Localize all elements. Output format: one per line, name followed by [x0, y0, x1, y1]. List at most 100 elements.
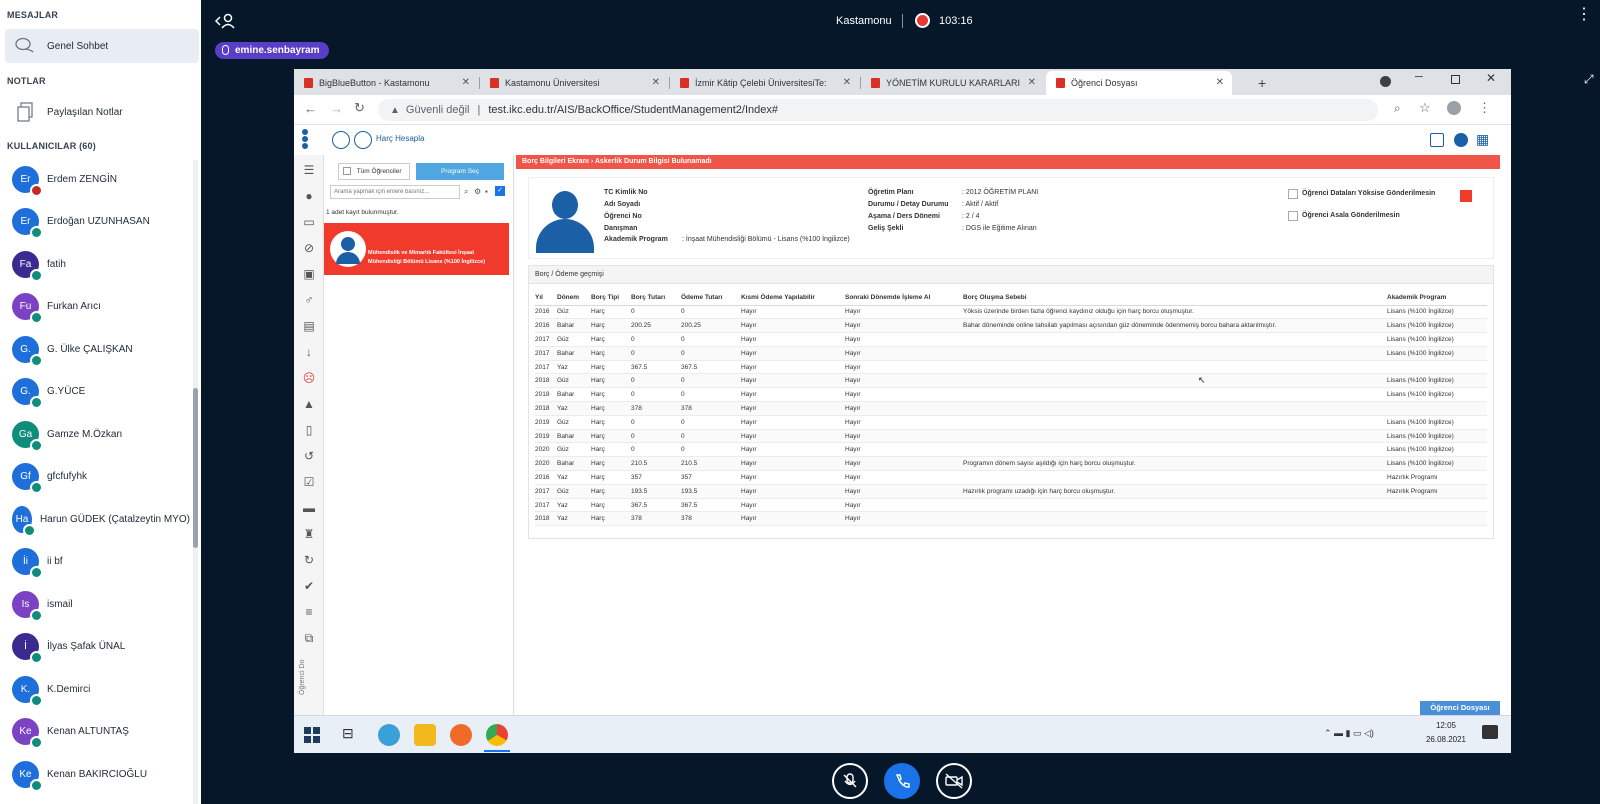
menu-dots-icon[interactable] [302, 128, 314, 152]
table-row[interactable]: 2016 Güz Harç 0 0 Hayır Hayır Yöksis üzerinde b… [535, 305, 1487, 320]
all-students-toggle[interactable]: Tüm Öğrenciler [338, 163, 410, 180]
firefox-icon[interactable] [450, 724, 472, 746]
tray-icons[interactable]: ⌃ ▬ ▮ ▭ ◁) [1324, 728, 1374, 739]
user-list-item[interactable]: Fu Furkan Arıcı [0, 286, 190, 328]
table-row[interactable]: 2019 Güz Harç 0 0 Hayır Hayır Lisans (%100 İngi… [535, 415, 1487, 430]
column-header[interactable]: Borç Oluşma Sebebi [963, 291, 1387, 306]
mute-mic-button[interactable] [832, 763, 868, 799]
chrome-icon[interactable] [486, 724, 508, 746]
user-list-item[interactable]: Er Erdoğan UZUNHASAN [0, 201, 190, 243]
new-tab-icon[interactable]: + [1258, 75, 1266, 91]
table-row[interactable]: 2017 Güz Harç 193.5 193.5 Hayır Hayır Hazırlık … [535, 484, 1487, 499]
column-header[interactable]: Akademik Program [1387, 291, 1487, 306]
list-icon[interactable]: ☰ [302, 163, 316, 177]
browser-tab[interactable]: BigBlueButton - Kastamonu ✕ [294, 71, 478, 95]
user-list-item[interactable]: G. G. Ülke ÇALIŞKAN [0, 328, 190, 370]
table-row[interactable]: 2018 Yaz Harç 378 378 Hayır Hayır [535, 511, 1487, 527]
profile-dot-icon[interactable] [1380, 76, 1391, 87]
zoom-icon[interactable]: ⌕ [1394, 101, 1401, 116]
pin-icon[interactable]: ↓ [302, 345, 316, 359]
table-row[interactable]: 2018 Bahar Harç 0 0 Hayır Hayır Lisans (%100 İn… [535, 387, 1487, 403]
column-header[interactable]: Kısmi Ödeme Yapılabilir [741, 291, 845, 306]
close-tab-icon[interactable]: ✕ [843, 77, 851, 88]
close-tab-icon[interactable]: ✕ [462, 77, 470, 88]
account-icon[interactable] [1447, 101, 1461, 115]
apps-grid-icon[interactable]: ▦ [1476, 132, 1489, 146]
explorer-icon[interactable] [414, 724, 436, 746]
toggle-userlist-icon[interactable] [214, 12, 236, 35]
frown-icon[interactable]: ☹ [302, 371, 316, 385]
history-icon[interactable]: ↺ [302, 449, 316, 463]
check-icon[interactable]: ✔ [302, 579, 316, 593]
column-header[interactable]: Ödeme Tutarı [681, 291, 741, 306]
windows-start-icon[interactable] [304, 727, 320, 743]
close-tab-icon[interactable]: ✕ [1216, 77, 1224, 88]
calendar-icon[interactable] [1430, 133, 1444, 147]
male-icon[interactable]: ♂ [302, 293, 316, 307]
bars-icon[interactable]: ≡ [302, 605, 316, 619]
column-header[interactable]: Dönem [557, 291, 591, 306]
settings-icon[interactable]: ⚙ [474, 187, 481, 196]
user-list-item[interactable]: Ga Gamze M.Özkan [0, 413, 190, 455]
user-list-item[interactable]: Er Erdem ZENGİN [0, 158, 190, 200]
briefcase-icon[interactable]: ▣ [302, 267, 316, 281]
browser-tab[interactable]: YÖNETİM KURULU KARARLARI ✕ [861, 71, 1044, 95]
student-file-button[interactable]: Öğrenci Dosyası [1420, 701, 1500, 715]
asal-checkbox[interactable] [1288, 211, 1298, 221]
minimize-icon[interactable]: ─ [1415, 71, 1423, 83]
browser-tab[interactable]: İzmir Kâtip Çelebi ÜniversitesiTe: ✕ [670, 71, 859, 95]
search-icon[interactable]: ⌕ [464, 187, 468, 197]
student-search-input[interactable] [330, 185, 460, 199]
user-list-item[interactable]: Ke Kenan ALTUNTAŞ [0, 711, 190, 753]
close-tab-icon[interactable]: ✕ [652, 77, 660, 88]
calculator-circle-icon[interactable] [354, 131, 372, 149]
table-row[interactable]: 2020 Bahar Harç 210.5 210.5 Hayır Hayır Program… [535, 456, 1487, 472]
back-icon[interactable]: ← [304, 101, 317, 116]
refresh-icon[interactable]: ↻ [302, 553, 316, 567]
table-row[interactable]: 2018 Yaz Harç 378 378 Hayır Hayır [535, 401, 1487, 416]
trash-icon[interactable]: ▪ [485, 187, 488, 196]
audio-phone-button[interactable] [884, 763, 920, 799]
ban-icon[interactable]: ⊘ [302, 241, 316, 255]
user-list-item[interactable]: Fa fatih [0, 243, 190, 285]
user-list-item[interactable]: İi ii bf [0, 541, 190, 583]
yoksis-checkbox[interactable] [1288, 189, 1298, 199]
user-list-item[interactable]: İ İlyas Şafak ÜNAL [0, 626, 190, 668]
recording-icon[interactable] [915, 13, 930, 28]
user-list-item[interactable]: Ke Kenan BAKIRCIOĞLU [0, 753, 190, 795]
table-row[interactable]: 2017 Yaz Harç 367.5 367.5 Hayır Hayır [535, 498, 1487, 513]
close-tab-icon[interactable]: ✕ [1028, 77, 1036, 88]
person-icon[interactable]: ● [302, 189, 316, 203]
column-header[interactable]: Yıl [535, 291, 557, 306]
reload-icon[interactable]: ↻ [354, 100, 365, 116]
user-list-item[interactable]: Gf gfcfufyhk [0, 456, 190, 498]
browser-tab[interactable]: Öğrenci Dosyası ✕ [1046, 71, 1232, 95]
share-webcam-button[interactable] [936, 763, 972, 799]
close-window-icon[interactable]: ✕ [1486, 71, 1496, 85]
select-program-button[interactable]: Program Seç [416, 163, 504, 180]
user-list-scroll-thumb[interactable] [193, 388, 198, 548]
column-header[interactable]: Borç Tipi [591, 291, 631, 306]
notifications-icon[interactable] [1482, 725, 1498, 739]
copy-icon[interactable]: ⧉ [302, 631, 316, 645]
graduation-cap-icon[interactable]: ▲ [302, 397, 316, 411]
trophy-icon[interactable]: ♜ [302, 527, 316, 541]
archive-icon[interactable]: ▬ [302, 501, 316, 515]
public-chat-item[interactable]: Genel Sohbet [5, 29, 199, 63]
task-view-icon[interactable]: ⊟ [342, 725, 354, 742]
calendar-check-icon[interactable]: ☑ [302, 475, 316, 489]
table-row[interactable]: 2017 Güz Harç 0 0 Hayır Hayır Lisans (%100 İngi… [535, 332, 1487, 347]
user-list-item[interactable]: K. K.Demirci [0, 668, 190, 710]
omnibox[interactable]: ▲ Güvenli değil | test.ikc.edu.tr/AIS/Ba… [378, 99, 1378, 121]
options-menu-icon[interactable]: ⋮ [1576, 7, 1592, 23]
bookmark-star-icon[interactable]: ☆ [1419, 100, 1431, 116]
table-row[interactable]: 2017 Bahar Harç 0 0 Hayır Hayır Lisans (%100 İn… [535, 346, 1487, 361]
forward-icon[interactable]: → [330, 101, 343, 116]
globe-icon[interactable] [1454, 133, 1468, 147]
column-header[interactable]: Sonraki Dönemde İşleme Al [845, 291, 963, 306]
column-header[interactable]: Borç Tutarı [631, 291, 681, 306]
browser-menu-icon[interactable]: ⋮ [1478, 100, 1491, 116]
shared-notes-item[interactable]: Paylaşılan Notlar [5, 95, 199, 129]
delete-icon[interactable] [1460, 190, 1472, 202]
browser-tab[interactable]: Kastamonu Üniversitesi ✕ [480, 71, 668, 95]
